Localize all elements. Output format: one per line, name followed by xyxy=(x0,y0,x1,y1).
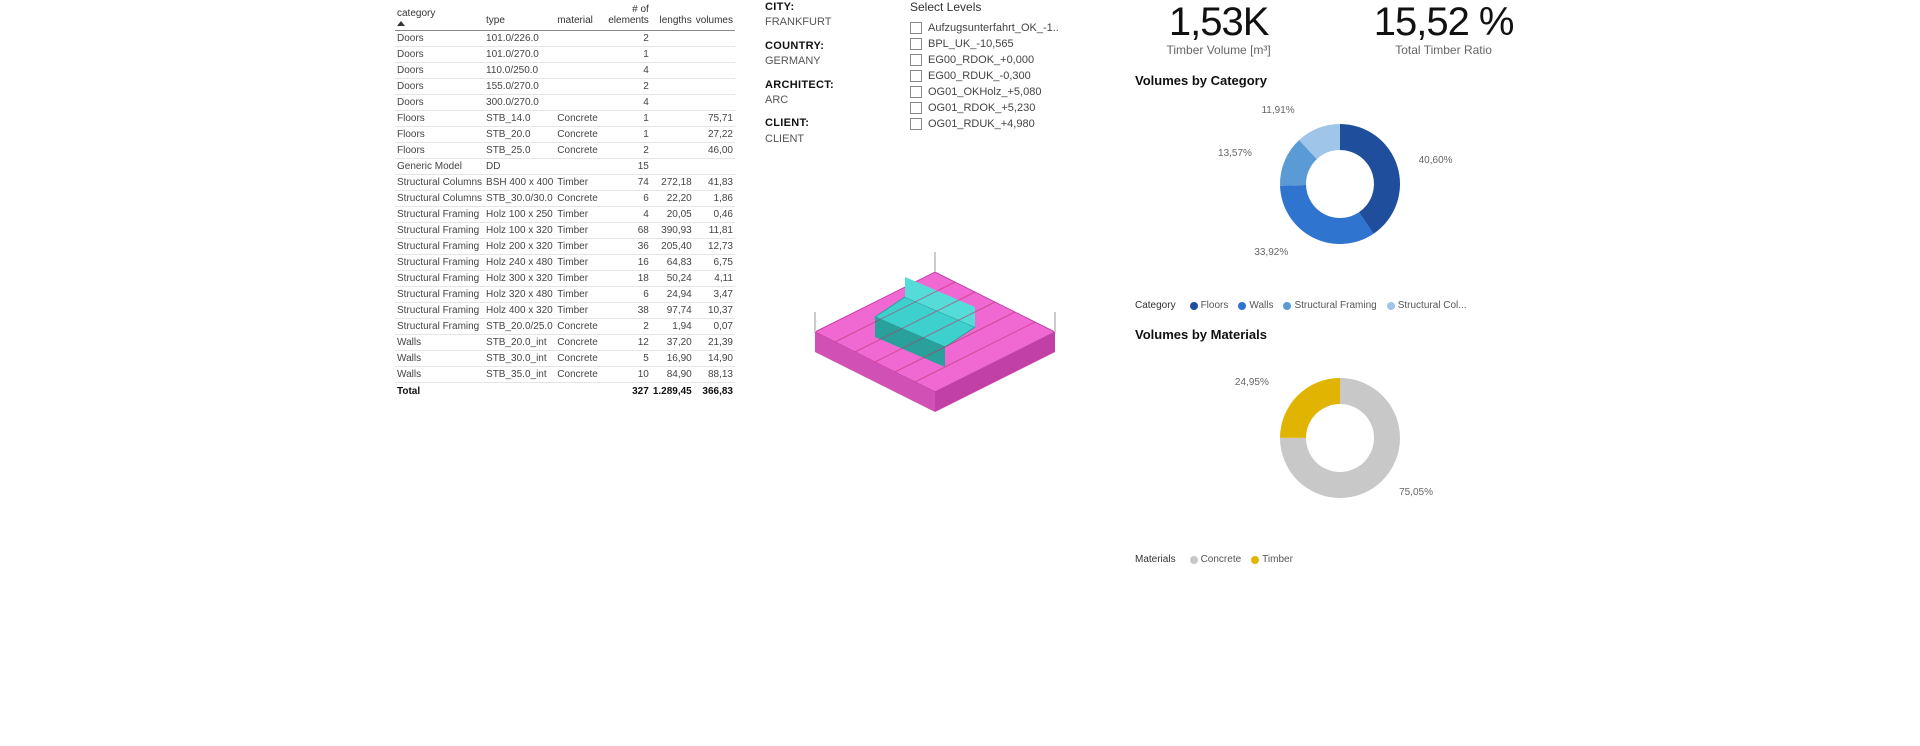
legend-dot-icon xyxy=(1251,556,1259,564)
legend-dot-icon xyxy=(1238,302,1246,310)
legend-entry[interactable]: Timber xyxy=(1251,554,1293,565)
kpi-timber-volume-label: Timber Volume [m³] xyxy=(1166,43,1270,57)
legend-entry[interactable]: Structural Framing xyxy=(1283,300,1376,311)
architect-label: ARCHITECT: xyxy=(765,78,885,93)
checkbox-icon[interactable] xyxy=(910,54,922,66)
chart2-title: Volumes by Materials xyxy=(1135,327,1545,342)
donut-pct-label: 33,92% xyxy=(1254,247,1288,258)
total-elements: 327 xyxy=(600,383,651,400)
city-label: CITY: xyxy=(765,0,885,15)
table-row[interactable]: Structural ColumnsBSH 400 x 400Timber742… xyxy=(395,175,735,191)
level-item[interactable]: OG01_RDOK_+5,230 xyxy=(910,100,1105,116)
col-lengths[interactable]: lengths xyxy=(651,0,694,31)
table-row[interactable]: Doors110.0/250.04 xyxy=(395,63,735,79)
level-item[interactable]: Aufzugsunterfahrt_OK_-1.. xyxy=(910,20,1105,36)
donut-pct-label: 13,57% xyxy=(1218,148,1252,159)
project-info: CITY: FRANKFURT COUNTRY: GERMANY ARCHITE… xyxy=(765,0,885,147)
checkbox-icon[interactable] xyxy=(910,22,922,34)
levels-slicer[interactable]: Select Levels Aufzugsunterfahrt_OK_-1..B… xyxy=(910,0,1105,147)
kpi-timber-volume: 1,53K Timber Volume [m³] xyxy=(1166,0,1270,57)
checkbox-icon[interactable] xyxy=(910,102,922,114)
table-row[interactable]: Generic ModelDD15 xyxy=(395,159,735,175)
donut-pct-label: 11,91% xyxy=(1261,105,1294,116)
table-row[interactable]: FloorsSTB_14.0Concrete175,71 xyxy=(395,111,735,127)
level-item[interactable]: BPL_UK_-10,565 xyxy=(910,36,1105,52)
client-value: CLIENT xyxy=(765,132,885,147)
table-row[interactable]: Structural FramingHolz 200 x 320Timber36… xyxy=(395,239,735,255)
table-total-row: Total 327 1.289,45 366,83 xyxy=(395,383,735,400)
level-item[interactable]: EG00_RDUK_-0,300 xyxy=(910,68,1105,84)
table-row[interactable]: WallsSTB_30.0_intConcrete516,9014,90 xyxy=(395,351,735,367)
kpi-timber-ratio-value: 15,52 % xyxy=(1374,0,1514,45)
chart1-title: Volumes by Category xyxy=(1135,73,1545,88)
table-row[interactable]: FloorsSTB_20.0Concrete127,22 xyxy=(395,127,735,143)
donut-pct-label: 40,60% xyxy=(1419,155,1453,166)
table-row[interactable]: Structural FramingHolz 300 x 320Timber18… xyxy=(395,271,735,287)
table-row[interactable]: Structural FramingHolz 400 x 320Timber38… xyxy=(395,303,735,319)
total-lengths: 1.289,45 xyxy=(651,383,694,400)
checkbox-icon[interactable] xyxy=(910,118,922,130)
legend-dot-icon xyxy=(1190,556,1198,564)
total-volumes: 366,83 xyxy=(694,383,735,400)
kpi-timber-ratio-label: Total Timber Ratio xyxy=(1374,43,1514,57)
architect-value: ARC xyxy=(765,93,885,108)
donut-slice[interactable] xyxy=(1280,378,1340,438)
levels-title: Select Levels xyxy=(910,0,1105,14)
table-row[interactable]: FloorsSTB_25.0Concrete246,00 xyxy=(395,143,735,159)
table-row[interactable]: WallsSTB_35.0_intConcrete1084,9088,13 xyxy=(395,367,735,383)
country-label: COUNTRY: xyxy=(765,39,885,54)
checkbox-icon[interactable] xyxy=(910,70,922,82)
country-value: GERMANY xyxy=(765,54,885,69)
level-item[interactable]: OG01_RDUK_+4,980 xyxy=(910,116,1105,132)
col-category[interactable]: category xyxy=(395,0,484,31)
col-elements[interactable]: # of elements xyxy=(600,0,651,31)
level-item[interactable]: OG01_OKHolz_+5,080 xyxy=(910,84,1105,100)
table-row[interactable]: Doors101.0/226.02 xyxy=(395,31,735,47)
table-row[interactable]: Doors155.0/270.02 xyxy=(395,79,735,95)
total-label: Total xyxy=(395,383,600,400)
legend-materials[interactable]: MaterialsConcreteTimber xyxy=(1135,554,1545,565)
legend-dot-icon xyxy=(1190,302,1198,310)
table-row[interactable]: Structural FramingSTB_20.0/25.0Concrete2… xyxy=(395,319,735,335)
legend-entry[interactable]: Walls xyxy=(1238,300,1273,311)
kpi-timber-volume-value: 1,53K xyxy=(1166,0,1270,45)
model-3d-view[interactable] xyxy=(775,182,1095,442)
legend-entry[interactable]: Concrete xyxy=(1190,554,1242,565)
legend-dot-icon xyxy=(1283,302,1291,310)
donut-materials[interactable]: 75,05% 24,95% xyxy=(1135,348,1545,548)
legend-dot-icon xyxy=(1387,302,1395,310)
level-item[interactable]: EG00_RDOK_+0,000 xyxy=(910,52,1105,68)
table-row[interactable]: Structural FramingHolz 240 x 480Timber16… xyxy=(395,255,735,271)
col-type[interactable]: type xyxy=(484,0,555,31)
table-row[interactable]: Structural FramingHolz 100 x 320Timber68… xyxy=(395,223,735,239)
table-row[interactable]: Doors101.0/270.01 xyxy=(395,47,735,63)
table-row[interactable]: Structural FramingHolz 320 x 480Timber62… xyxy=(395,287,735,303)
table-row[interactable]: WallsSTB_20.0_intConcrete1237,2021,39 xyxy=(395,335,735,351)
kpi-timber-ratio: 15,52 % Total Timber Ratio xyxy=(1374,0,1514,57)
legend-category[interactable]: CategoryFloorsWallsStructural FramingStr… xyxy=(1135,300,1545,311)
table-row[interactable]: Structural FramingHolz 100 x 250Timber42… xyxy=(395,207,735,223)
table-header-row: category type material # of elements len… xyxy=(395,0,735,31)
checkbox-icon[interactable] xyxy=(910,86,922,98)
donut-pct-label: 75,05% xyxy=(1399,487,1433,498)
legend-entry[interactable]: Floors xyxy=(1190,300,1229,311)
donut-pct-label: 24,95% xyxy=(1235,377,1269,388)
col-volumes[interactable]: volumes xyxy=(694,0,735,31)
checkbox-icon[interactable] xyxy=(910,38,922,50)
client-label: CLIENT: xyxy=(765,116,885,131)
table-row[interactable]: Doors300.0/270.04 xyxy=(395,95,735,111)
city-value: FRANKFURT xyxy=(765,15,885,30)
legend-entry[interactable]: Structural Col... xyxy=(1387,300,1467,311)
elements-table[interactable]: category type material # of elements len… xyxy=(395,0,735,565)
donut-category[interactable]: 40,60% 33,92% 13,57% 11,91% xyxy=(1135,94,1545,294)
table-row[interactable]: Structural ColumnsSTB_30.0/30.0Concrete6… xyxy=(395,191,735,207)
donut-slice[interactable] xyxy=(1280,185,1373,244)
col-material[interactable]: material xyxy=(555,0,600,31)
